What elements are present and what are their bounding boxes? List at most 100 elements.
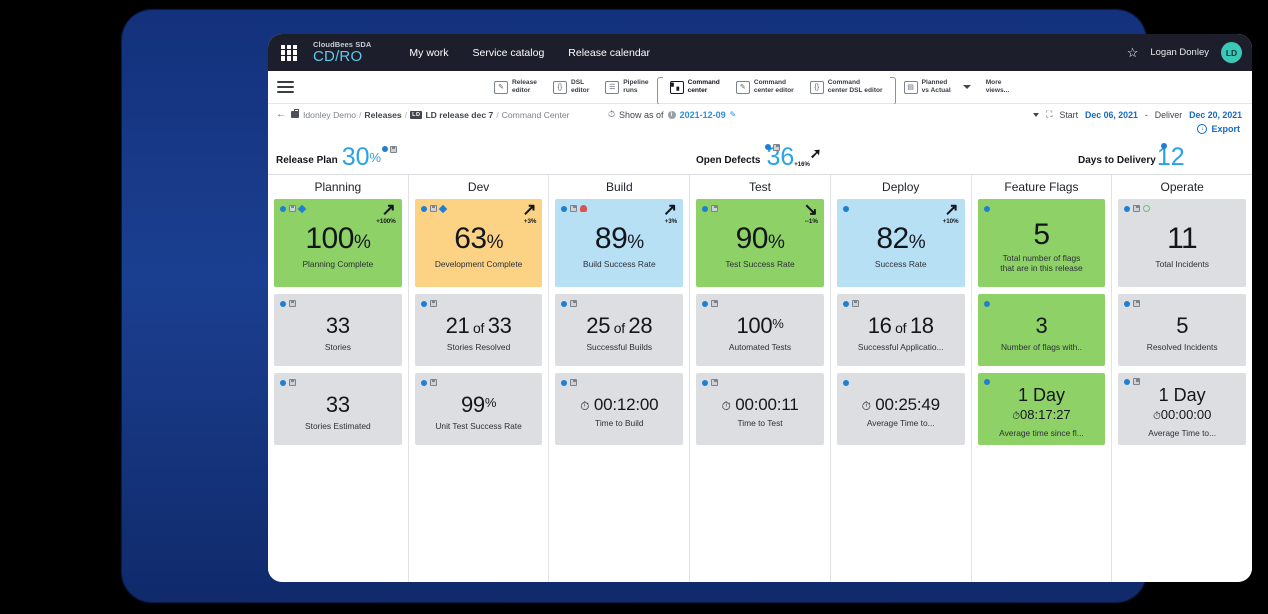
breadcrumb-releases[interactable]: Releases	[364, 110, 401, 120]
metric-card[interactable]: ↗ +3% 63% Development Complete	[414, 199, 543, 287]
info-dot-icon[interactable]	[842, 205, 849, 212]
view-button-command-center-dsl-editor[interactable]: {} Command center DSL editor	[802, 79, 891, 95]
info-dot-icon[interactable]	[983, 378, 990, 385]
pencil-icon[interactable]: ✎	[730, 110, 737, 119]
breadcrumb-project[interactable]: Idonley Demo	[303, 110, 356, 120]
save-icon[interactable]	[289, 300, 296, 307]
favorite-star-icon[interactable]: ☆	[1127, 46, 1139, 59]
kpi-open-defects[interactable]: Open Defects 36 +16% ➚	[696, 144, 822, 170]
info-dot-icon[interactable]	[842, 379, 849, 386]
back-arrow-icon[interactable]: ←	[276, 109, 286, 120]
breadcrumb-release[interactable]: LD release dec 7	[425, 110, 493, 120]
show-as-of-date[interactable]: 2021-12-09	[680, 110, 726, 120]
kpi-release-plan[interactable]: Release Plan 30 %	[276, 145, 398, 170]
metric-card[interactable]: 33 Stories Estimated	[274, 373, 402, 445]
app-grid-icon[interactable]	[281, 44, 297, 61]
metric-card[interactable]: 1 Day ⏱00:00:00 Average Time to...	[1118, 373, 1247, 445]
metric-card[interactable]: ⏱ 00:25:49 Average Time to...	[836, 373, 965, 445]
metric-card[interactable]: ↗ +10% 82% Success Rate	[836, 199, 965, 287]
metric-card[interactable]: ↘ --1% 90% Test Success Rate	[696, 199, 824, 287]
diamond-icon[interactable]	[297, 204, 307, 213]
brand-logo[interactable]: CloudBees SDA CD/RO	[313, 41, 371, 65]
save-icon[interactable]	[1133, 300, 1141, 307]
metric-card[interactable]: 16 of 18 Successful Applicatio...	[836, 294, 965, 366]
info-dot-icon[interactable]	[702, 300, 709, 307]
save-icon[interactable]	[773, 144, 781, 151]
metric-card[interactable]: 5 Resolved Incidents	[1118, 294, 1247, 366]
kpi-icons	[1160, 143, 1167, 149]
view-button-release-editor[interactable]: ✎ Release editor	[486, 79, 545, 95]
view-button-command-center-editor[interactable]: ✎ Command center editor	[728, 79, 802, 95]
save-icon[interactable]	[429, 379, 437, 386]
kpi-days-to-delivery[interactable]: Days to Delivery 12	[1078, 143, 1185, 170]
metric-card[interactable]: 25 of 28 Successful Builds	[555, 294, 684, 366]
expand-icon[interactable]: ⛶	[1046, 109, 1052, 120]
metric-card[interactable]: ↗ +100% 100% Planning Complete	[274, 199, 402, 287]
info-dot-icon[interactable]	[420, 205, 427, 212]
view-button-planned-vs-actual[interactable]: ▤ Planned vs Actual	[896, 79, 959, 95]
card-value: 25 of 28	[586, 314, 652, 337]
info-dot-icon[interactable]	[842, 300, 849, 307]
info-dot-icon[interactable]	[382, 146, 389, 152]
view-button-pipeline-runs[interactable]: ☰ Pipeline runs	[597, 79, 656, 95]
save-icon[interactable]	[851, 300, 859, 307]
metric-card[interactable]: ⏱ 00:00:11 Time to Test	[696, 373, 824, 445]
metric-card[interactable]: 3 Number of flags with..	[977, 294, 1106, 366]
metric-card[interactable]: 99% Unit Test Success Rate	[414, 373, 543, 445]
metric-card[interactable]: 11 Total Incidents	[1118, 199, 1247, 287]
view-button-command-center[interactable]: ▘▖ Command center	[662, 79, 728, 95]
save-icon[interactable]	[711, 300, 719, 307]
info-dot-icon[interactable]	[420, 300, 427, 307]
view-button-dsl-editor[interactable]: {} DSL editor	[545, 79, 597, 95]
save-icon[interactable]	[429, 300, 437, 307]
ring-icon[interactable]	[1143, 205, 1151, 212]
diamond-icon[interactable]	[438, 204, 447, 213]
plug-icon[interactable]	[580, 205, 588, 212]
save-icon[interactable]	[711, 205, 719, 212]
save-icon[interactable]	[711, 379, 719, 386]
info-dot-icon[interactable]	[983, 205, 990, 212]
save-icon[interactable]	[289, 379, 296, 386]
menu-item-release-calendar[interactable]: Release calendar	[568, 47, 650, 59]
export-button[interactable]: ↓ Export	[1197, 124, 1240, 134]
save-icon[interactable]	[570, 300, 578, 307]
metric-card[interactable]: 5 Total number of flags that are in this …	[977, 199, 1106, 287]
save-icon[interactable]	[570, 379, 578, 386]
menu-item-service-catalog[interactable]: Service catalog	[473, 47, 545, 59]
info-dot-icon[interactable]	[561, 300, 568, 307]
info-dot-icon[interactable]	[765, 144, 772, 150]
info-dot-icon[interactable]	[702, 205, 709, 212]
info-dot-icon[interactable]	[1124, 378, 1131, 385]
info-dot-icon[interactable]	[983, 300, 990, 307]
chevron-down-icon[interactable]	[962, 85, 971, 89]
info-dot-icon[interactable]	[280, 300, 286, 307]
metric-card[interactable]: 100% Automated Tests	[696, 294, 824, 366]
save-icon[interactable]	[1133, 378, 1141, 386]
info-dot-icon[interactable]	[280, 205, 286, 212]
avatar[interactable]: LD	[1221, 42, 1242, 63]
info-dot-icon[interactable]	[561, 379, 568, 386]
info-dot-icon[interactable]	[1124, 205, 1131, 212]
sidebar-toggle-icon[interactable]	[277, 78, 294, 96]
metric-card[interactable]: 1 Day ⏱08:17:27 Average time since fl...	[977, 373, 1106, 445]
info-dot-icon[interactable]	[280, 379, 286, 386]
info-dot-icon[interactable]	[420, 379, 427, 386]
save-icon[interactable]	[390, 146, 398, 153]
chevron-down-icon[interactable]	[1033, 112, 1040, 117]
save-icon[interactable]	[429, 205, 437, 212]
info-dot-icon[interactable]	[702, 379, 709, 386]
save-icon[interactable]	[289, 205, 296, 212]
stopwatch-icon: ⏱	[580, 399, 590, 414]
info-dot-icon[interactable]	[1160, 143, 1167, 149]
info-dot-icon[interactable]	[1124, 300, 1131, 307]
metric-card[interactable]: 21 of 33 Stories Resolved	[414, 294, 543, 366]
save-icon[interactable]	[1133, 205, 1141, 212]
view-button-more-views[interactable]: More views...	[978, 79, 1017, 95]
metric-card[interactable]: 33 Stories	[274, 294, 402, 366]
info-icon[interactable]: i	[667, 110, 676, 119]
info-dot-icon[interactable]	[561, 205, 568, 212]
save-icon[interactable]	[570, 205, 578, 212]
menu-item-my-work[interactable]: My work	[409, 47, 448, 59]
metric-card[interactable]: ⏱ 00:12:00 Time to Build	[555, 373, 684, 445]
metric-card[interactable]: ↗ +3% 89% Build Success Rate	[555, 199, 684, 287]
